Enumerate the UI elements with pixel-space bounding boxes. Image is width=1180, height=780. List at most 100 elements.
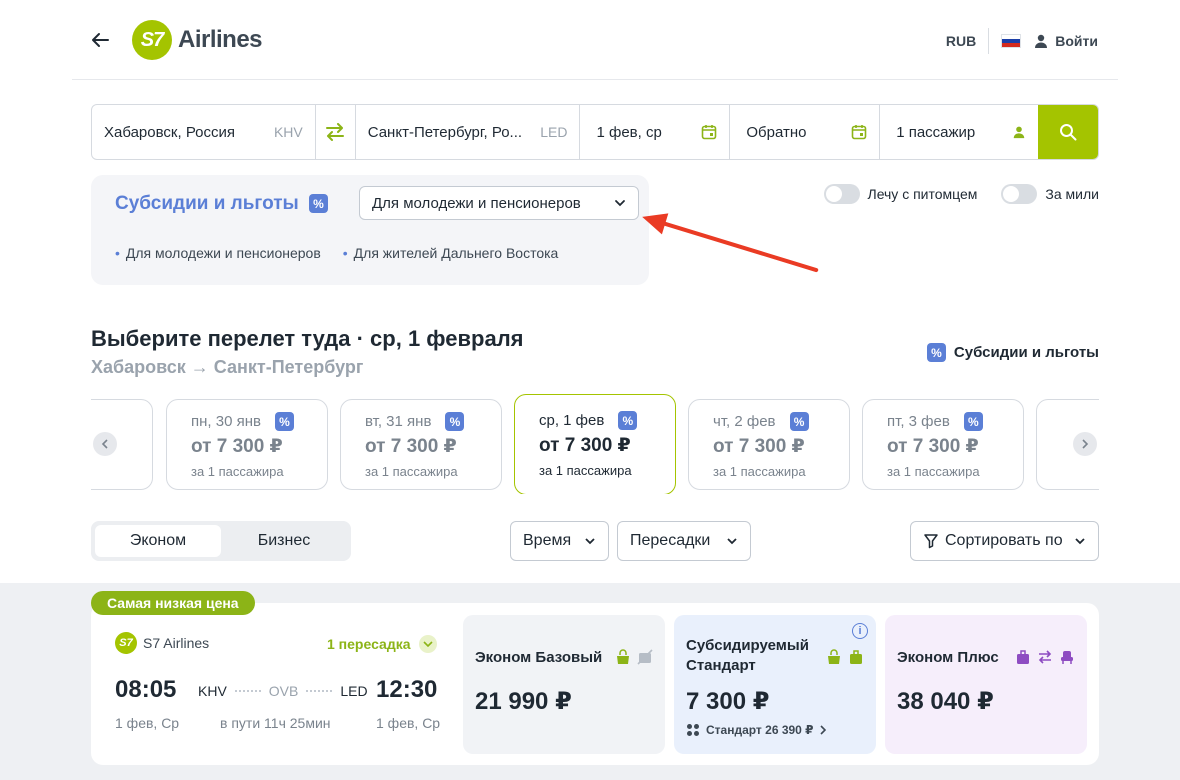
route-line: KHV OVB LED (198, 683, 368, 699)
chevron-down-icon (727, 538, 737, 545)
arrival-time: 12:30 (376, 676, 438, 703)
date-card-price: от 7 300 ₽ (887, 436, 979, 457)
standard-fare-link[interactable]: Стандарт 26 390 ₽ (686, 723, 826, 737)
calendar-icon (851, 125, 867, 140)
subsidy-option-far-east[interactable]: Для жителей Дальнего Востока (343, 245, 559, 261)
origin-value: Хабаровск, Россия (104, 123, 236, 141)
date-card-day: ср, 1 фев (539, 412, 605, 429)
filter-funnel-icon (924, 534, 938, 549)
seats-icon (687, 724, 699, 736)
percent-badge-icon: % (274, 412, 294, 431)
date-card-day: пт, 3 фев (887, 413, 950, 430)
logo[interactable]: S7 Airlines (132, 20, 263, 60)
date-card-per: за 1 пассажира (365, 464, 458, 479)
date-card-per: за 1 пассажира (191, 464, 284, 479)
return-date-field[interactable]: Обратно (730, 105, 881, 159)
fare-price: 21 990 ₽ (475, 688, 572, 715)
time-filter-button[interactable]: Время (510, 521, 609, 561)
sort-button[interactable]: Сортировать по (910, 521, 1099, 561)
pet-toggle[interactable]: Лечу с питомцем (823, 184, 978, 204)
percent-badge-icon: % (618, 411, 638, 430)
chevron-left-icon (101, 439, 108, 449)
passengers-field[interactable]: 1 пассажир (880, 105, 1038, 159)
login-button[interactable]: Войти (1033, 33, 1098, 49)
arrival-date: 1 фев, Ср (376, 715, 441, 731)
fare-price: 38 040 ₽ (897, 688, 994, 715)
date-card-selected[interactable]: ср, 1 фев% от 7 300 ₽ за 1 пассажира (514, 394, 676, 494)
hand-baggage-icon (828, 649, 840, 664)
swap-button[interactable] (316, 105, 356, 159)
pet-switch[interactable] (823, 184, 860, 204)
subsidies-title: Субсидии и льготы (115, 193, 299, 214)
lowest-price-badge: Самая низкая цена (91, 591, 255, 615)
baggage-icon (850, 650, 862, 664)
date-card-per: за 1 пассажира (887, 464, 980, 479)
destination-code: LED (540, 124, 568, 140)
login-label: Войти (1055, 33, 1098, 49)
cabin-class-switch: Эконом Бизнес (91, 521, 351, 561)
date-carousel: пн, 30 янв% от 7 300 ₽ за 1 пассажира вт… (91, 394, 1099, 494)
russia-flag-icon[interactable] (1001, 34, 1022, 48)
chevron-right-icon (1082, 439, 1089, 449)
flight-card[interactable]: S7 S7 Airlines 1 пересадка 08:05 KHV OVB… (91, 603, 1099, 765)
sort-label: Сортировать по (945, 532, 1063, 549)
date-card[interactable]: чт, 2 фев% от 7 300 ₽ за 1 пассажира (688, 399, 850, 490)
date-card[interactable]: пт, 3 фев% от 7 300 ₽ за 1 пассажира (862, 399, 1024, 490)
miles-toggle-label: За мили (1045, 186, 1099, 202)
date-card-price: от 7 300 ₽ (713, 436, 805, 457)
back-arrow-icon[interactable] (88, 28, 112, 52)
miles-switch[interactable] (1001, 184, 1038, 204)
date-card[interactable]: вт, 31 янв% от 7 300 ₽ за 1 пассажира (340, 399, 502, 490)
departure-date-field[interactable]: 1 фев, ср (580, 105, 731, 159)
page-title: Выберите перелет туда · ср, 1 февраля (91, 326, 524, 351)
swap-arrows-icon (326, 123, 345, 141)
miles-toggle[interactable]: За мили (1001, 184, 1099, 204)
exchange-icon (1038, 650, 1052, 664)
fare-subsidized-standard[interactable]: i Субсидируемый Стандарт 7 300 ₽ Стандар… (674, 615, 876, 754)
transfers-filter-button[interactable]: Пересадки (617, 521, 751, 561)
carousel-next-button[interactable] (1073, 432, 1097, 456)
subsidy-type-value: Для молодежи и пенсионеров (372, 194, 581, 212)
percent-badge-icon: % (926, 343, 946, 362)
fare-economy-plus[interactable]: Эконом Плюс 38 040 ₽ (885, 615, 1087, 754)
departure-code: KHV (198, 683, 227, 699)
return-date-value: Обратно (746, 123, 807, 141)
no-baggage-icon (637, 649, 653, 665)
route-subtitle: Хабаровск → Санкт-Петербург (91, 357, 364, 377)
currency-selector[interactable]: RUB (946, 28, 990, 54)
transfers-toggle[interactable]: 1 пересадка (327, 635, 437, 653)
departure-time: 08:05 (115, 676, 177, 703)
pet-toggle-label: Лечу с питомцем (867, 186, 978, 202)
chevron-down-icon (585, 538, 595, 545)
search-icon (1060, 124, 1077, 141)
user-icon (1035, 34, 1048, 48)
airline-logo-icon: S7 (115, 632, 137, 654)
subsidy-type-select[interactable]: Для молодежи и пенсионеров (359, 186, 639, 220)
search-button[interactable] (1038, 105, 1098, 159)
origin-field[interactable]: Хабаровск, Россия KHV (92, 105, 316, 159)
annotation-arrow (645, 216, 819, 273)
subsidies-link[interactable]: % Субсидии и льготы (926, 343, 1099, 362)
cabin-business-tab[interactable]: Бизнес (221, 525, 347, 557)
user-icon (1013, 126, 1025, 139)
destination-value: Санкт-Петербург, Ро... (367, 123, 523, 141)
search-form: Хабаровск, Россия KHV Санкт-Петербург, Р… (91, 104, 1099, 160)
logo-mark: S7 (132, 20, 172, 60)
transfers-filter-label: Пересадки (630, 532, 711, 549)
cabin-economy-tab[interactable]: Эконом (95, 525, 221, 557)
info-icon[interactable]: i (852, 623, 868, 639)
percent-badge-icon: % (445, 412, 465, 431)
airline-info: S7 S7 Airlines (115, 632, 209, 654)
date-card[interactable]: пн, 30 янв% от 7 300 ₽ за 1 пассажира (166, 399, 328, 490)
fare-economy-basic[interactable]: Эконом Базовый 21 990 ₽ (463, 615, 665, 754)
transfer-code: OVB (268, 683, 299, 699)
standard-fare-label: Стандарт 26 390 ₽ (706, 723, 814, 737)
carousel-prev-button[interactable] (93, 432, 117, 456)
destination-field[interactable]: Санкт-Петербург, Ро... LED (356, 105, 581, 159)
date-card-per: за 1 пассажира (539, 463, 632, 478)
percent-badge-icon: % (963, 412, 983, 431)
route-dots (306, 690, 333, 692)
subsidy-option-youth[interactable]: Для молодежи и пенсионеров (115, 245, 321, 261)
fare-name-line2: Стандарт (686, 657, 756, 674)
percent-badge-icon: % (789, 412, 809, 431)
